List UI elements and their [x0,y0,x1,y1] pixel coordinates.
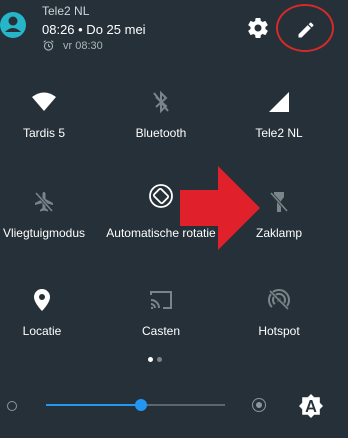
location-icon [34,289,50,311]
tile-location[interactable]: Locatie [0,286,100,356]
tile-label: Locatie [22,324,62,338]
hotspot-icon [268,289,290,311]
flashlight-icon [269,192,289,212]
settings-button[interactable] [244,14,272,42]
tile-bluetooth[interactable]: Bluetooth [103,88,219,158]
tile-label: Bluetooth [135,126,187,140]
tile-label: Tele2 NL [255,126,303,140]
page-indicator [148,357,162,362]
gear-icon [248,18,268,39]
wifi-icon [32,92,56,111]
tile-wifi[interactable]: Tardis 5 [0,88,102,158]
brightness-slider[interactable] [46,399,225,411]
auto-brightness-icon[interactable] [298,393,324,419]
quick-settings-panel: Tele2 NL 08:26 • Do 25 mei vr 08:30 Tard… [0,0,348,438]
cellular-signal-icon [269,92,289,112]
tile-label: Tardis 5 [22,126,66,140]
brightness-high-icon [252,398,266,412]
tile-label: Casten [141,324,181,338]
date-time[interactable]: 08:26 • Do 25 mei [42,22,146,37]
annotation-arrow [180,166,260,250]
next-alarm[interactable]: vr 08:30 [42,39,103,52]
brightness-low-icon [7,401,17,411]
tile-airplane-mode[interactable]: Vliegtuigmodus [0,188,102,258]
tile-label: Hotspot [258,324,300,338]
bluetooth-icon [153,90,169,114]
user-avatar-icon[interactable] [0,10,30,40]
edit-tiles-button[interactable] [288,14,324,46]
tile-label: Vliegtuigmodus [2,226,86,240]
page-dot [157,357,162,362]
brightness-slider-thumb[interactable] [134,399,147,411]
tile-hotspot[interactable]: Hotspot [221,286,337,356]
airplane-mode-icon [34,192,54,212]
alarm-clock-icon [43,40,54,51]
tile-cellular[interactable]: Tele2 NL [221,88,337,158]
alarm-time: vr 08:30 [63,39,103,52]
brightness-slider-fill [46,404,141,406]
auto-rotate-icon [149,184,173,208]
page-dot [148,357,153,362]
carrier-name: Tele2 NL [42,4,90,18]
pencil-icon [298,22,314,38]
cast-icon [150,291,172,309]
tile-cast[interactable]: Casten [103,286,219,356]
